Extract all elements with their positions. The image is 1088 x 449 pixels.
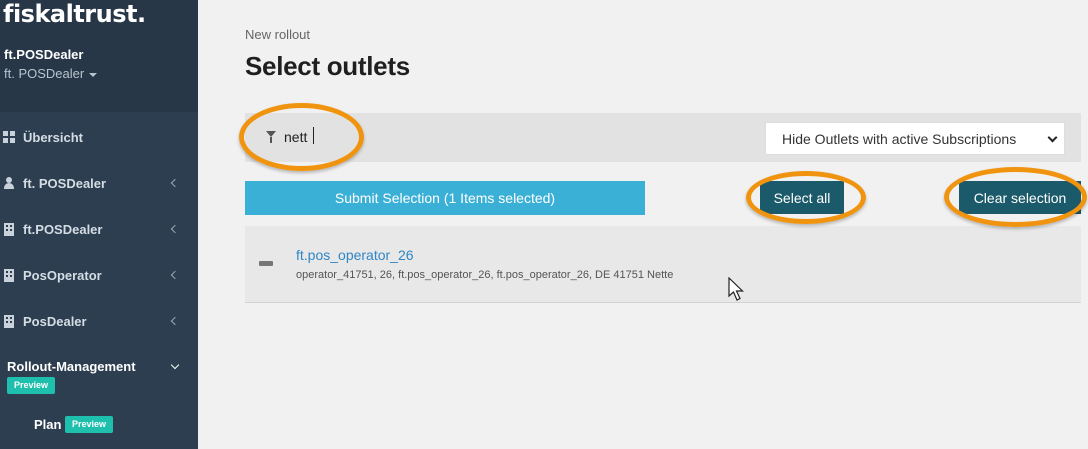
sidebar-item-label: PosOperator [23,267,102,283]
sidebar-item-posoperator[interactable]: PosOperator [0,260,198,290]
chevron-left-icon [170,224,180,234]
sidebar-item-rollout-management[interactable]: Rollout-Management [7,359,136,374]
user-role-label: ft. POSDealer [4,66,85,81]
select-all-highlight-ring [746,171,866,224]
deselect-icon[interactable] [259,261,273,266]
caret-down-icon [89,72,98,77]
sidebar-item-posdealer[interactable]: PosDealer [0,306,198,336]
user-name: ft.POSDealer [4,47,84,62]
breadcrumb: New rollout [245,27,311,42]
preview-badge: Preview [65,416,114,433]
user-role-dropdown[interactable]: ft. POSDealer [4,66,98,81]
preview-badge: Preview [7,377,56,394]
building-icon [4,223,14,236]
submit-selection-button[interactable]: Submit Selection (1 Items selected) [245,181,645,215]
app-logo[interactable]: fiskaltrust. [3,0,146,28]
outlet-details: operator_41751, 26, ft.pos_operator_26, … [296,269,674,281]
subscription-filter-value: Hide Outlets with active Subscriptions [782,130,1017,147]
mouse-pointer-icon [728,277,744,301]
page-title: Select outlets [245,51,410,81]
list-item[interactable]: ft.pos_operator_26 operator_41751, 26, f… [245,226,1081,303]
chevron-down-icon [1047,132,1058,143]
sidebar-item-uebersicht[interactable]: Übersicht [0,122,198,152]
sidebar-item-ft-posdealer-user[interactable]: ft. POSDealer [0,168,198,198]
filter-highlight-ring [239,103,364,171]
sidebar-item-plan[interactable]: Plan [34,417,61,432]
chevron-left-icon [170,316,180,326]
chevron-left-icon [170,270,180,280]
user-icon [3,177,15,189]
dashboard-icon [3,131,15,143]
sidebar-item-ft-posdealer[interactable]: ft.POSDealer [0,214,198,244]
subscription-filter-select[interactable]: Hide Outlets with active Subscriptions [765,122,1065,155]
chevron-left-icon [170,178,180,188]
chevron-down-icon[interactable] [170,360,180,370]
building-icon [4,269,14,282]
sidebar-item-label: Übersicht [23,129,83,145]
sidebar-item-label: ft.POSDealer [23,221,103,237]
building-icon [4,315,14,328]
outlet-name-link[interactable]: ft.pos_operator_26 [296,247,414,263]
sidebar-item-label: ft. POSDealer [23,175,107,191]
clear-selection-highlight-ring [944,167,1087,227]
sidebar-item-label: PosDealer [23,313,87,329]
sidebar: fiskaltrust. ft.POSDealer ft. POSDealer … [0,0,198,449]
